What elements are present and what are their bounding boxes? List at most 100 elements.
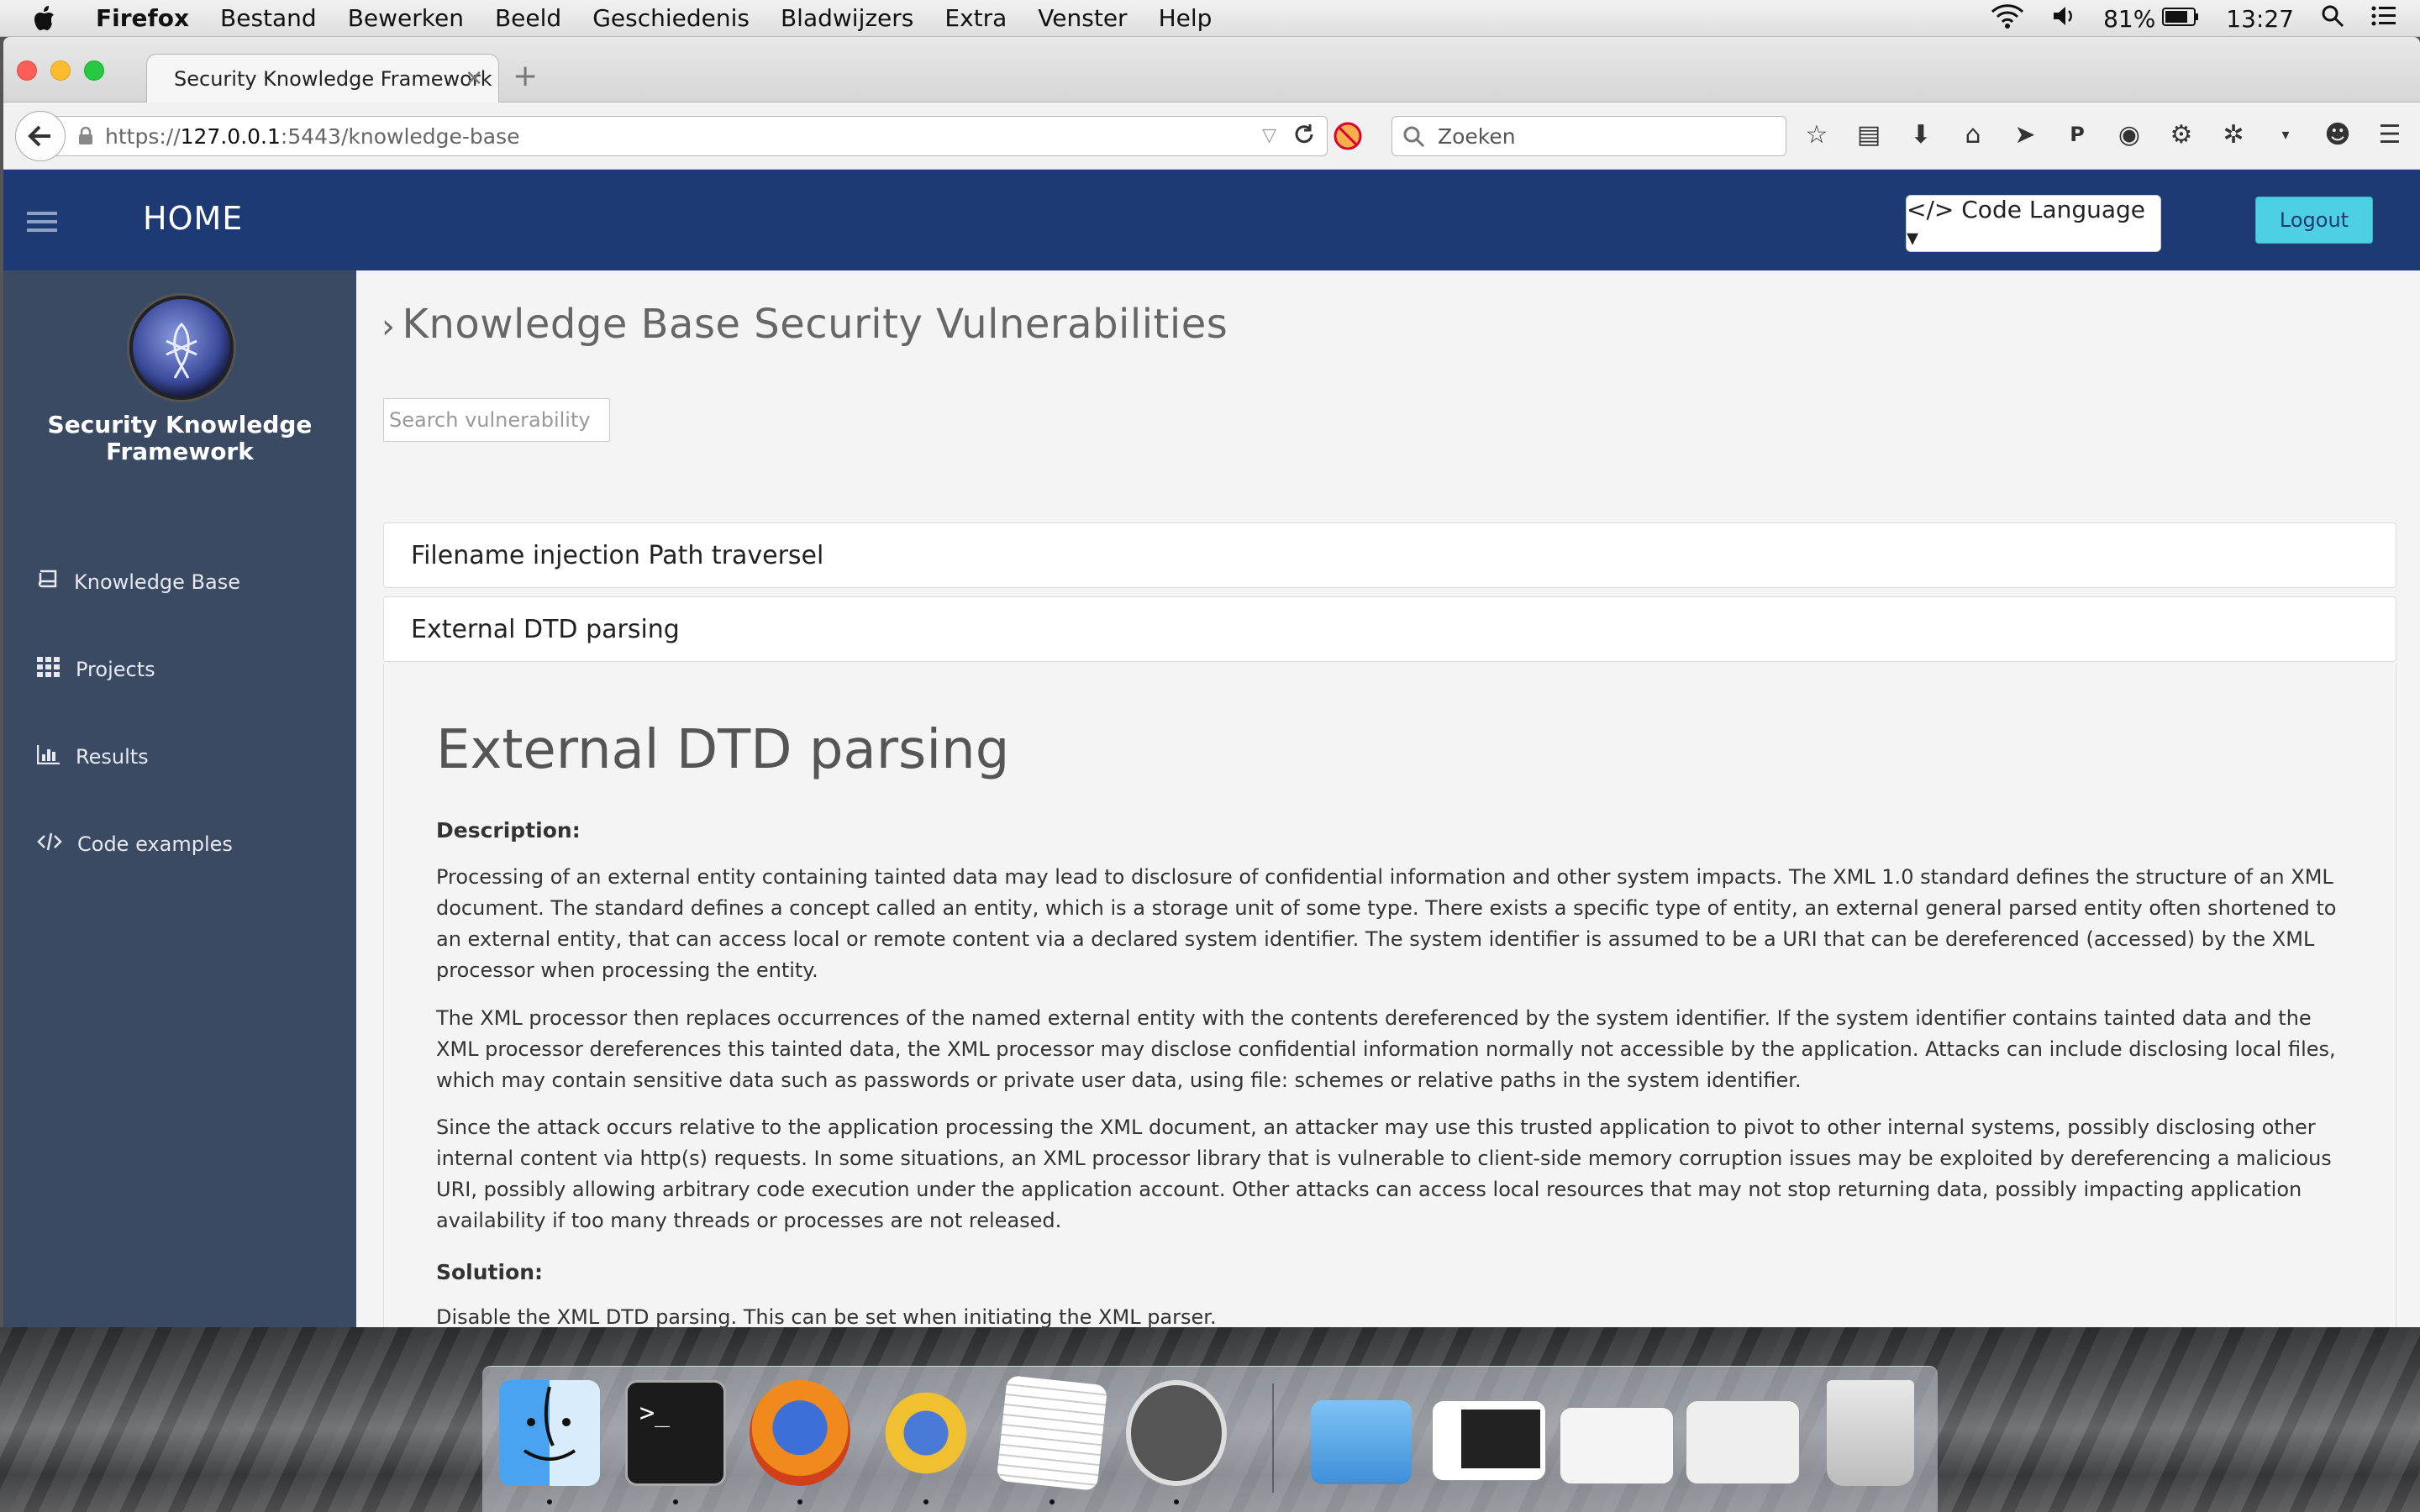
main-content: › Knowledge Base Security Vulnerabilities… — [356, 270, 2420, 1327]
running-indicator — [673, 1499, 678, 1504]
description-paragraph-3: Since the attack occurs relative to the … — [436, 1116, 2332, 1232]
sidebar: Security Knowledge Framework Knowledge B… — [3, 270, 356, 1327]
home-icon[interactable]: ⌂ — [1958, 119, 1988, 150]
description-label: Description: — [436, 818, 581, 843]
menu-icon[interactable]: ☰ — [2375, 119, 2405, 150]
window-thumb-2[interactable] — [1560, 1407, 1674, 1484]
bookmark-star-icon[interactable]: ☆ — [1802, 119, 1832, 150]
solution-label: Solution: — [436, 1260, 544, 1284]
code-language-dropdown[interactable]: </> Code Language ▾ — [1906, 195, 2161, 252]
dropdown-arrow-icon[interactable]: ▽ — [1262, 125, 1276, 146]
trash-icon[interactable] — [1827, 1380, 1914, 1486]
window-thumb-1[interactable] — [1432, 1400, 1546, 1481]
spotlight-icon[interactable] — [2321, 4, 2344, 34]
sidebar-title-line2: Framework — [106, 438, 254, 465]
wifi-icon[interactable] — [1991, 3, 2024, 34]
menu-firefox[interactable]: Firefox — [96, 4, 189, 32]
dock-divider — [1272, 1383, 1274, 1493]
sidebar-item-projects[interactable]: Projects — [37, 657, 155, 682]
page-title: › Knowledge Base Security Vulnerabilities — [381, 301, 1228, 348]
notification-center-icon[interactable] — [2371, 5, 2396, 33]
minimize-window-button[interactable] — [50, 60, 71, 81]
svg-text:>_: >_ — [639, 1399, 671, 1428]
running-indicator — [1050, 1499, 1055, 1504]
back-button[interactable] — [15, 111, 66, 161]
volume-icon[interactable] — [2051, 3, 2076, 34]
reload-icon[interactable] — [1292, 122, 1317, 147]
close-tab-icon[interactable]: ✕ — [465, 66, 483, 92]
mamp-icon[interactable] — [1126, 1380, 1227, 1486]
lock-icon — [78, 127, 93, 145]
logout-button[interactable]: Logout — [2255, 197, 2373, 244]
addon-gear-icon[interactable]: ⚙ — [2166, 119, 2196, 150]
reading-list-icon[interactable]: ▤ — [1854, 119, 1884, 150]
menu-bladwijzers[interactable]: Bladwijzers — [781, 4, 913, 32]
sidebar-title: Security Knowledge Framework — [3, 412, 356, 465]
sidebar-title-line1: Security Knowledge — [47, 411, 313, 438]
solution-text: Disable the XML DTD parsing. This can be… — [436, 1305, 1217, 1327]
menu-help[interactable]: Help — [1159, 4, 1213, 32]
sidebar-item-label: Results — [76, 745, 149, 769]
page-title-text: Knowledge Base Security Vulnerabilities — [402, 301, 1228, 348]
send-icon[interactable]: ➤ — [2010, 119, 2040, 150]
tab-title: Security Knowledge Framework — [174, 66, 492, 91]
apple-icon[interactable] — [34, 5, 67, 31]
search-bar[interactable]: Zoeken — [1392, 116, 1786, 156]
navigation-toolbar: https://127.0.0.1:5443/knowledge-base ▽ … — [3, 102, 2420, 170]
downloads-icon[interactable]: ⬇ — [1906, 119, 1936, 150]
close-window-button[interactable] — [17, 60, 37, 81]
sidebar-item-code-examples[interactable]: Code examples — [37, 832, 233, 857]
url-bar[interactable]: https://127.0.0.1:5443/knowledge-base ▽ — [50, 116, 1328, 156]
menu-venster[interactable]: Venster — [1038, 4, 1127, 32]
vulnerability-search-input[interactable]: Search vulnerability — [383, 398, 610, 442]
detail-heading: External DTD parsing — [436, 719, 1010, 781]
grid-icon — [37, 657, 60, 682]
addon-bug-icon[interactable]: ✲ — [2218, 119, 2249, 150]
new-tab-button[interactable]: + — [513, 59, 538, 93]
folder-icon[interactable] — [1311, 1400, 1412, 1484]
search-placeholder: Zoeken — [1438, 123, 1516, 149]
menu-bewerken[interactable]: Bewerken — [348, 4, 464, 32]
list-item[interactable]: Filename injection Path traversel — [383, 522, 2396, 588]
search-icon — [1402, 125, 1426, 149]
menu-beeld[interactable]: Beeld — [495, 4, 561, 32]
sidebar-toggle-icon[interactable] — [27, 210, 57, 237]
code-icon — [37, 832, 62, 857]
menu-extra[interactable]: Extra — [944, 4, 1007, 32]
textedit-icon[interactable] — [996, 1375, 1108, 1491]
toolbar-icons: ☆ ▤ ⬇ ⌂ ➤ P ◉ ⚙ ✲ ▾ ☻ ☰ P — [1802, 119, 2420, 150]
menu-bestand[interactable]: Bestand — [220, 4, 317, 32]
bar-chart-icon — [36, 744, 60, 769]
list-item-title: External DTD parsing — [411, 614, 680, 644]
url-host: 127.0.0.1 — [180, 123, 281, 149]
addon-p-icon[interactable]: P — [2062, 119, 2092, 150]
sidebar-item-results[interactable]: Results — [36, 744, 149, 769]
description-paragraph-1: Processing of an external entity contain… — [436, 865, 2337, 982]
battery-icon[interactable] — [2162, 5, 2199, 33]
blocked-icon[interactable] — [1333, 121, 1363, 151]
addon-dropdown-icon[interactable]: ▾ — [2270, 119, 2301, 150]
running-indicator — [797, 1499, 802, 1504]
home-link[interactable]: HOME — [143, 200, 243, 237]
tab-bar: Security Knowledge Framework ✕ + — [3, 37, 2420, 102]
zoom-window-button[interactable] — [84, 60, 104, 81]
window-thumb-3[interactable] — [1686, 1400, 1800, 1484]
sidebar-item-knowledge-base[interactable]: Knowledge Base — [37, 570, 240, 595]
book-icon — [37, 570, 59, 595]
addon-eye-icon[interactable]: ◉ — [2114, 119, 2144, 150]
running-indicator — [923, 1499, 929, 1504]
menu-geschiedenis[interactable]: Geschiedenis — [592, 4, 750, 32]
finder-icon[interactable] — [499, 1380, 600, 1486]
firefox-icon[interactable] — [750, 1380, 850, 1486]
terminal-icon[interactable]: >_ — [625, 1380, 726, 1486]
list-item[interactable]: External DTD parsing — [383, 596, 2396, 662]
running-indicator — [1174, 1499, 1179, 1504]
wireshark-icon[interactable] — [876, 1380, 976, 1486]
clock[interactable]: 13:27 — [2226, 5, 2294, 33]
chat-icon[interactable]: ☻ — [2323, 119, 2353, 150]
vulnerability-detail: External DTD parsing Description: Proces… — [383, 664, 2396, 1327]
url-path: :5443/knowledge-base — [280, 123, 520, 149]
chevron-right-icon: › — [381, 307, 396, 346]
browser-tab[interactable]: Security Knowledge Framework ✕ — [146, 54, 499, 102]
app-header: HOME </> Code Language ▾ Logout — [3, 170, 2420, 270]
